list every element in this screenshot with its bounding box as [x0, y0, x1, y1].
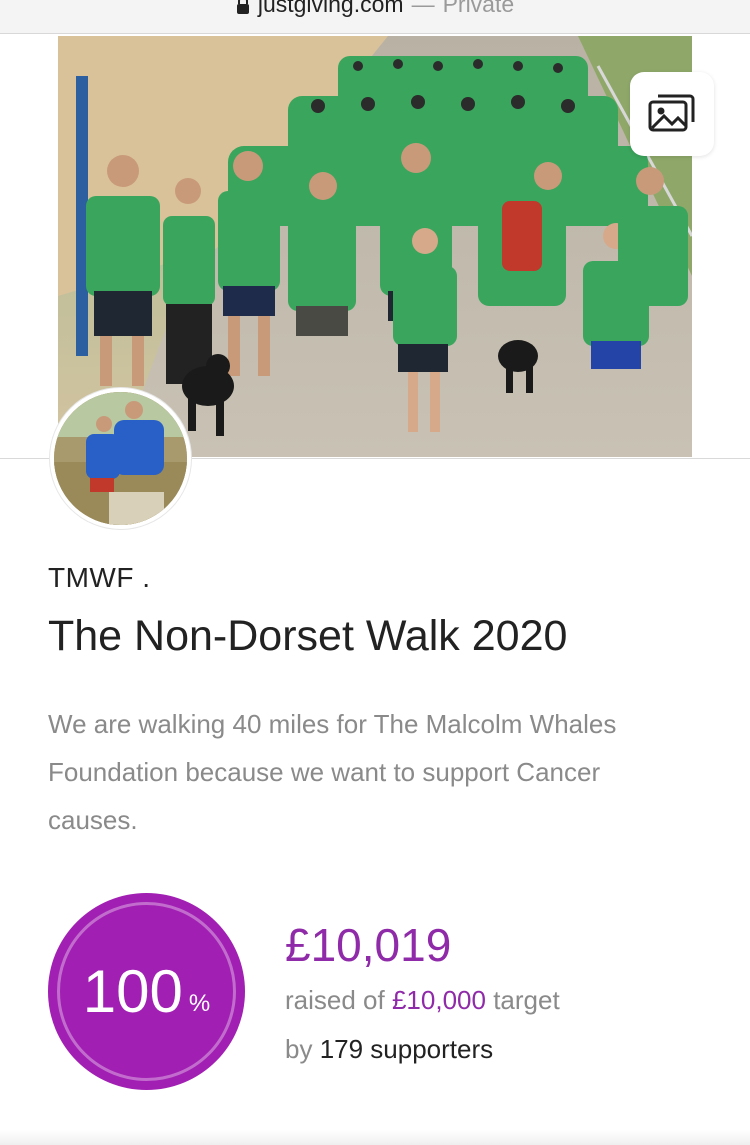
- progress-percent: 100: [82, 958, 183, 1025]
- supporters-count[interactable]: 179 supporters: [320, 1034, 493, 1064]
- percent-sign: %: [188, 989, 211, 1017]
- url-display[interactable]: justgiving.com — Private: [0, 0, 750, 18]
- browser-url-bar[interactable]: justgiving.com — Private: [0, 0, 750, 34]
- lock-icon: [236, 0, 249, 14]
- target-amount: £10,000: [391, 985, 486, 1015]
- walkers-photo: [58, 36, 692, 457]
- supporters-line: by 179 supporters: [285, 1034, 493, 1065]
- target-suffix: target: [493, 985, 560, 1015]
- progress-inner-ring: 100 %: [57, 902, 236, 1081]
- raised-prefix: raised of: [285, 985, 385, 1015]
- fundraiser-owner[interactable]: TMWF .: [48, 562, 151, 594]
- avatar-photo: [54, 392, 187, 525]
- fundraiser-avatar[interactable]: [50, 388, 191, 529]
- image-gallery-icon: [648, 94, 695, 132]
- by-label: by: [285, 1034, 313, 1064]
- page-description: We are walking 40 miles for The Malcolm …: [48, 709, 617, 835]
- url-domain: justgiving.com: [257, 0, 404, 17]
- gallery-button[interactable]: [630, 72, 714, 156]
- cover-photo[interactable]: [58, 36, 692, 457]
- url-separator: —: [411, 0, 435, 17]
- page-title: The Non-Dorset Walk 2020: [48, 612, 568, 660]
- private-mode-label: Private: [442, 0, 515, 17]
- target-line: raised of £10,000 target: [285, 985, 560, 1016]
- progress-circle: 100 %: [48, 893, 245, 1090]
- raised-amount: £10,019: [285, 919, 452, 971]
- bottom-edge: [0, 1130, 750, 1145]
